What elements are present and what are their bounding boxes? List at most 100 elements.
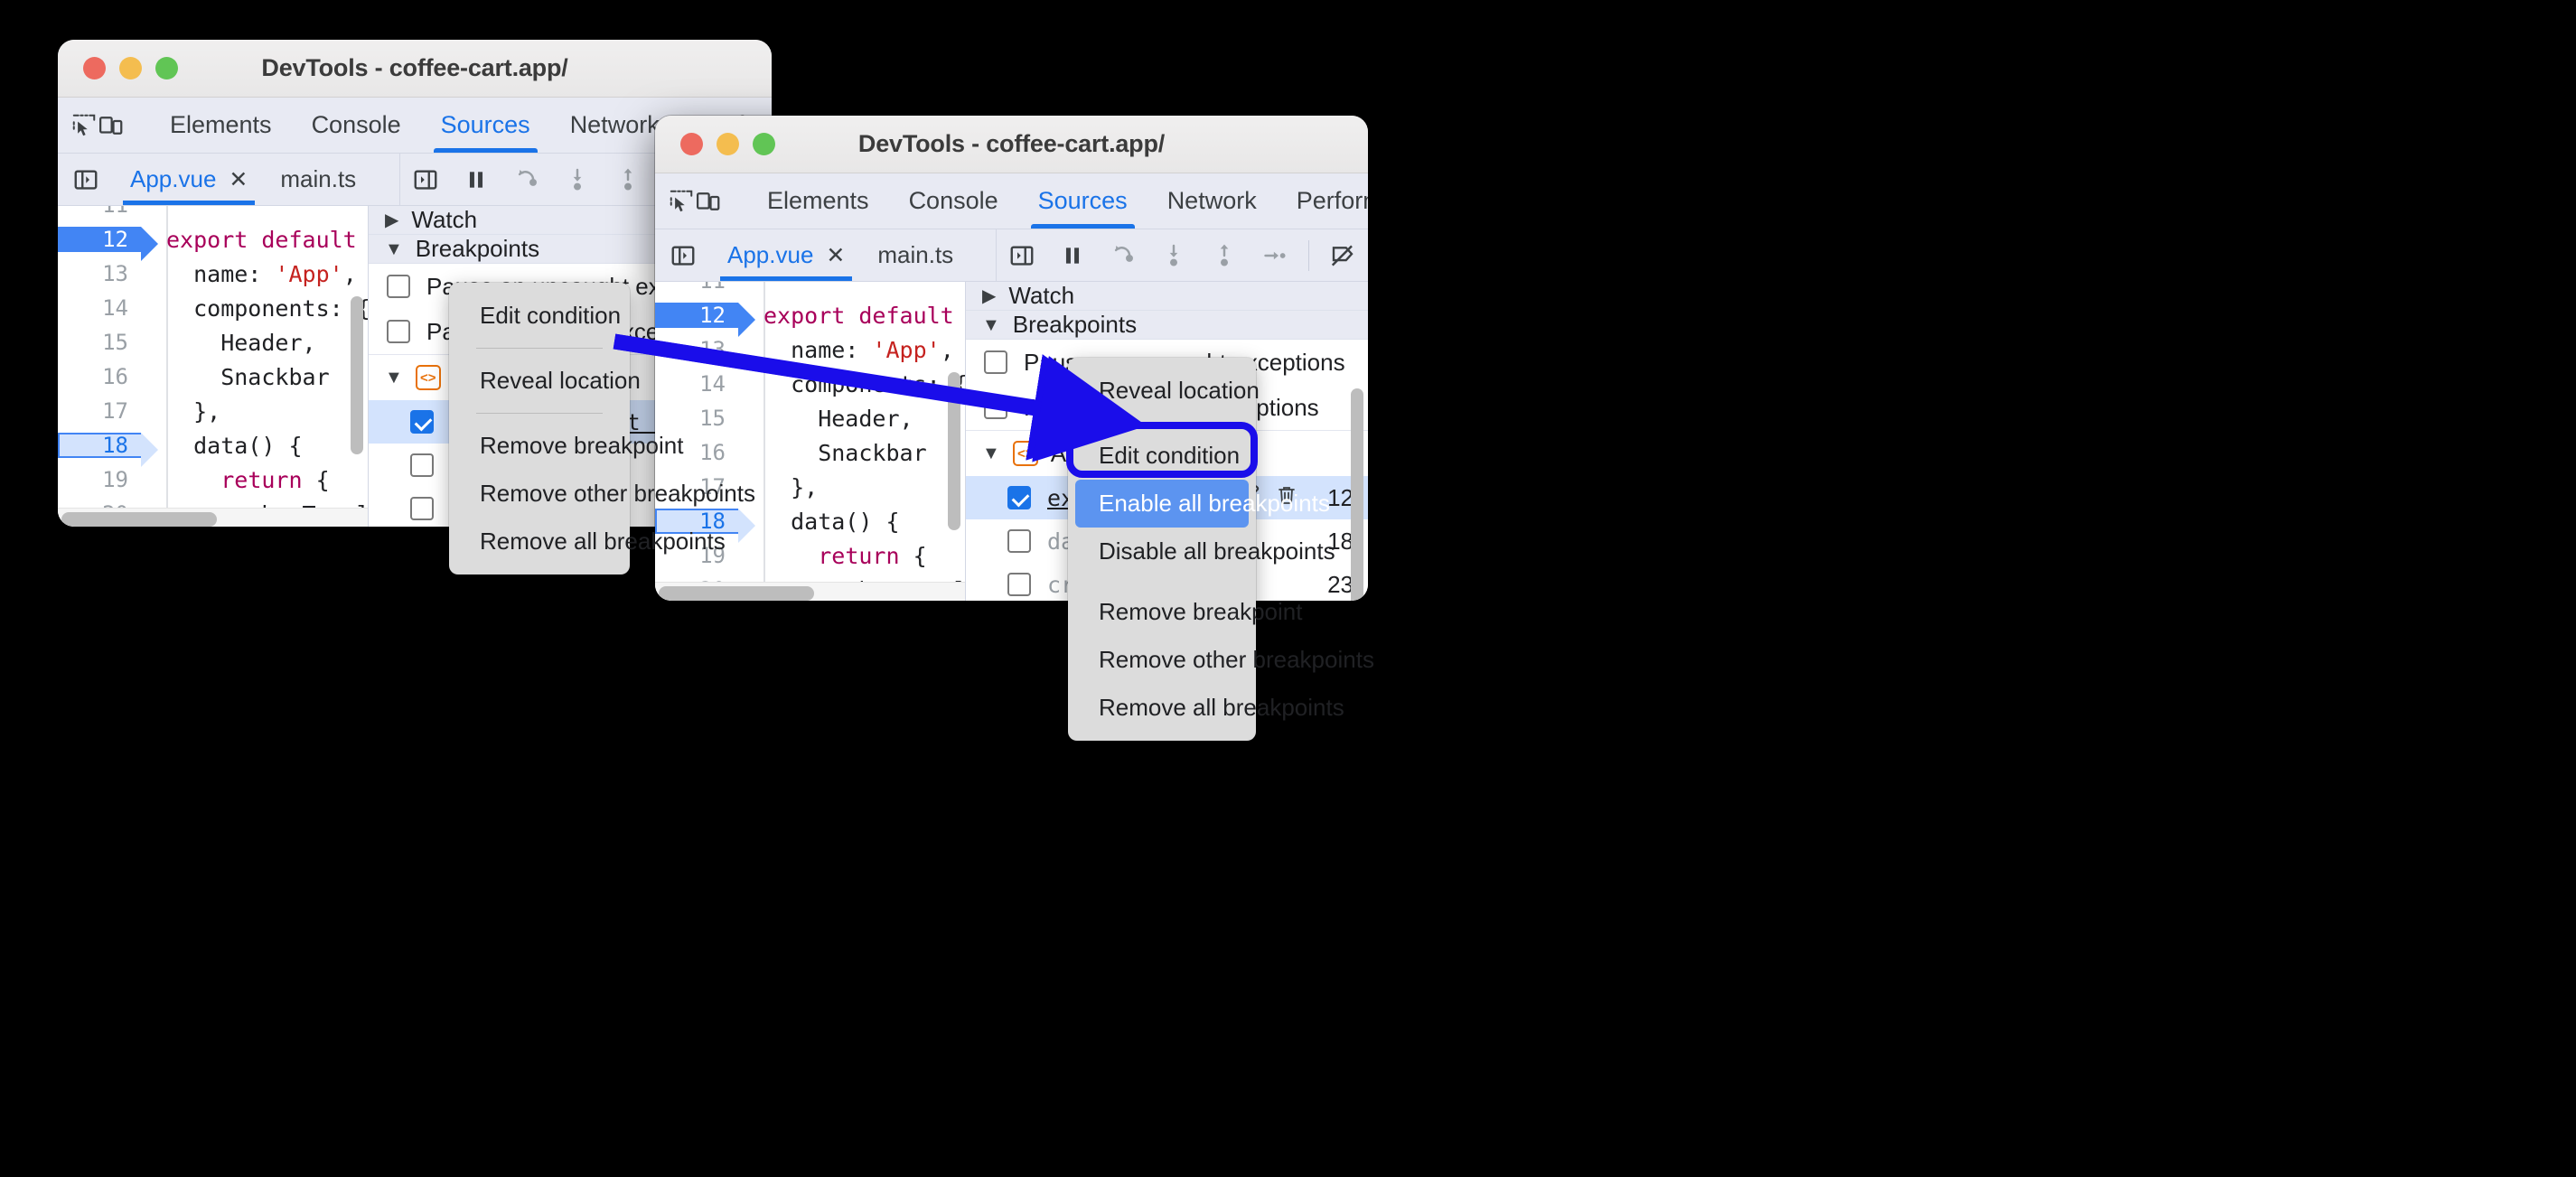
show-navigator-icon[interactable] xyxy=(58,154,114,205)
code-text: export default defineCompon xyxy=(166,226,357,253)
inspect-element-icon[interactable] xyxy=(70,100,98,151)
context-menu-item-reveal-location[interactable]: Reveal location xyxy=(1075,367,1260,415)
context-menu-item-remove-other-breakpoints[interactable]: Remove other breakpoints xyxy=(456,470,755,518)
window-two-sources-bar[interactable]: App.vue ✕ main.ts xyxy=(655,229,1368,282)
code-line: 12 export default defineCompon xyxy=(655,298,965,337)
editor-horizontal-scrollbar[interactable] xyxy=(659,586,814,601)
line-number-with-breakpoint[interactable]: 12 xyxy=(655,303,755,337)
pause-resume-icon[interactable] xyxy=(1047,230,1098,281)
line-number[interactable]: 14 xyxy=(58,295,141,321)
breakpoint-enabled-checkbox[interactable] xyxy=(1007,573,1031,596)
context-menu-item-reveal-location[interactable]: Reveal location xyxy=(456,357,641,405)
code-text: components: { xyxy=(763,370,965,397)
line-number[interactable]: 15 xyxy=(655,406,738,431)
breakpoint-enabled-checkbox[interactable] xyxy=(410,453,434,477)
breakpoint-enabled-checkbox[interactable] xyxy=(410,410,434,434)
context-menu-item-edit-condition[interactable]: Edit condition xyxy=(1075,432,1249,480)
context-menu-item-enable-all-breakpoints[interactable]: Enable all breakpoints xyxy=(1075,480,1330,528)
step-into-icon[interactable] xyxy=(1148,230,1199,281)
triangle-down-icon[interactable]: ▼ xyxy=(982,316,1000,334)
close-icon[interactable]: ✕ xyxy=(229,166,248,193)
code-text: name: 'App', xyxy=(763,336,954,363)
context-menu-item-disable-all-breakpoints[interactable]: Disable all breakpoints xyxy=(1075,528,1335,575)
tab-elements[interactable]: Elements xyxy=(747,173,889,229)
show-navigator-icon[interactable] xyxy=(655,229,711,281)
triangle-down-icon[interactable]: ▼ xyxy=(982,444,1000,462)
tab-network[interactable]: Network xyxy=(1147,173,1277,229)
line-number[interactable]: 13 xyxy=(655,337,738,362)
line-number[interactable]: 17 xyxy=(58,398,141,424)
line-number[interactable]: 14 xyxy=(655,371,738,397)
window-one-titlebar[interactable]: DevTools - coffee-cart.app/ xyxy=(58,40,772,98)
breakpoint-enabled-checkbox[interactable] xyxy=(410,497,434,520)
window-two-debugger-controls[interactable] xyxy=(996,229,1368,281)
editor-vertical-scrollbar[interactable] xyxy=(351,296,363,454)
file-tab-app-vue[interactable]: App.vue ✕ xyxy=(711,229,861,281)
watch-section-header[interactable]: ▶ Watch xyxy=(966,282,1368,311)
context-menu-item-edit-condition[interactable]: Edit condition xyxy=(456,292,623,340)
devtools-window-two[interactable]: DevTools - coffee-cart.app/ Elements Con… xyxy=(655,116,1368,601)
tab-elements[interactable]: Elements xyxy=(150,98,292,153)
tab-console[interactable]: Console xyxy=(889,173,1018,229)
line-number-with-breakpoint[interactable]: 12 xyxy=(58,227,158,261)
breakpoint-enabled-checkbox[interactable] xyxy=(1007,486,1031,509)
pause-on-uncaught-exceptions-checkbox[interactable] xyxy=(984,350,1007,374)
context-menu-divider xyxy=(1095,423,1229,424)
code-line: 14 components: { xyxy=(58,291,368,325)
line-number-with-breakpoint[interactable]: 18 xyxy=(58,433,158,467)
device-toolbar-icon[interactable] xyxy=(98,100,125,151)
context-menu-item-remove-other-breakpoints[interactable]: Remove other breakpoints xyxy=(1075,636,1374,684)
window-one-code-editor[interactable]: 11 12 export default defineCompon 13 nam… xyxy=(58,206,368,527)
step-out-icon[interactable] xyxy=(1199,230,1250,281)
step-icon[interactable] xyxy=(1250,230,1300,281)
editor-horizontal-scrollbar[interactable] xyxy=(61,512,217,527)
deactivate-breakpoints-icon[interactable] xyxy=(1317,230,1368,281)
pause-on-uncaught-exceptions-checkbox[interactable] xyxy=(387,275,410,298)
window-one-context-menu[interactable]: Edit condition Reveal location Remove br… xyxy=(449,283,755,574)
window-one-file-tabs[interactable]: App.vue ✕ main.ts xyxy=(58,154,399,205)
triangle-down-icon[interactable]: ▼ xyxy=(385,240,403,258)
file-tab-main-ts[interactable]: main.ts xyxy=(861,229,970,281)
line-number[interactable]: 19 xyxy=(58,467,141,492)
show-debugger-icon[interactable] xyxy=(997,230,1047,281)
tab-performance[interactable]: Performance xyxy=(1277,173,1368,229)
window-two-file-tabs[interactable]: App.vue ✕ main.ts xyxy=(655,229,996,281)
context-menu-item-remove-all-breakpoints[interactable]: Remove all breakpoints xyxy=(1075,684,1344,732)
line-number[interactable]: 13 xyxy=(58,261,141,286)
triangle-right-icon[interactable]: ▶ xyxy=(385,211,398,229)
triangle-down-icon[interactable]: ▼ xyxy=(385,369,403,387)
device-toolbar-icon[interactable] xyxy=(695,176,722,227)
step-out-icon[interactable] xyxy=(603,154,653,205)
tab-sources[interactable]: Sources xyxy=(1018,173,1147,229)
tab-sources[interactable]: Sources xyxy=(421,98,550,153)
window-two-titlebar[interactable]: DevTools - coffee-cart.app/ xyxy=(655,116,1368,173)
window-two-devtools-toolbar[interactable]: Elements Console Sources Network Perform… xyxy=(655,173,1368,229)
tab-console[interactable]: Console xyxy=(292,98,421,153)
line-number[interactable]: 16 xyxy=(58,364,141,389)
window-two-context-menu[interactable]: Reveal location Edit condition Enable al… xyxy=(1068,358,1374,741)
pause-on-caught-exceptions-checkbox[interactable] xyxy=(387,320,410,343)
file-tab-app-vue[interactable]: App.vue ✕ xyxy=(114,154,264,205)
triangle-right-icon[interactable]: ▶ xyxy=(982,287,996,305)
step-over-icon[interactable] xyxy=(501,154,552,205)
pause-on-caught-exceptions-checkbox[interactable] xyxy=(984,396,1007,419)
sidebar-vertical-scrollbar[interactable] xyxy=(1351,388,1363,601)
file-tab-main-ts[interactable]: main.ts xyxy=(264,154,372,205)
inspect-element-icon[interactable] xyxy=(668,176,695,227)
code-text: return { xyxy=(220,466,330,493)
line-number[interactable]: 15 xyxy=(58,330,141,355)
close-icon[interactable]: ✕ xyxy=(826,242,845,269)
breakpoint-enabled-checkbox[interactable] xyxy=(1007,529,1031,553)
context-menu-item-remove-all-breakpoints[interactable]: Remove all breakpoints xyxy=(456,518,726,565)
window-two-panel-tabs[interactable]: Elements Console Sources Network Perform… xyxy=(747,173,1368,229)
step-into-icon[interactable] xyxy=(552,154,603,205)
context-menu-item-remove-breakpoint[interactable]: Remove breakpoint xyxy=(1075,588,1302,636)
breakpoints-section-header[interactable]: ▼ Breakpoints xyxy=(966,311,1368,340)
step-over-icon[interactable] xyxy=(1098,230,1148,281)
show-debugger-icon[interactable] xyxy=(400,154,451,205)
pause-resume-icon[interactable] xyxy=(451,154,501,205)
context-menu-item-remove-breakpoint[interactable]: Remove breakpoint xyxy=(456,422,683,470)
editor-vertical-scrollbar[interactable] xyxy=(948,372,960,530)
file-tab-label: App.vue xyxy=(727,241,814,268)
code-line: 12 export default defineCompon xyxy=(58,222,368,261)
